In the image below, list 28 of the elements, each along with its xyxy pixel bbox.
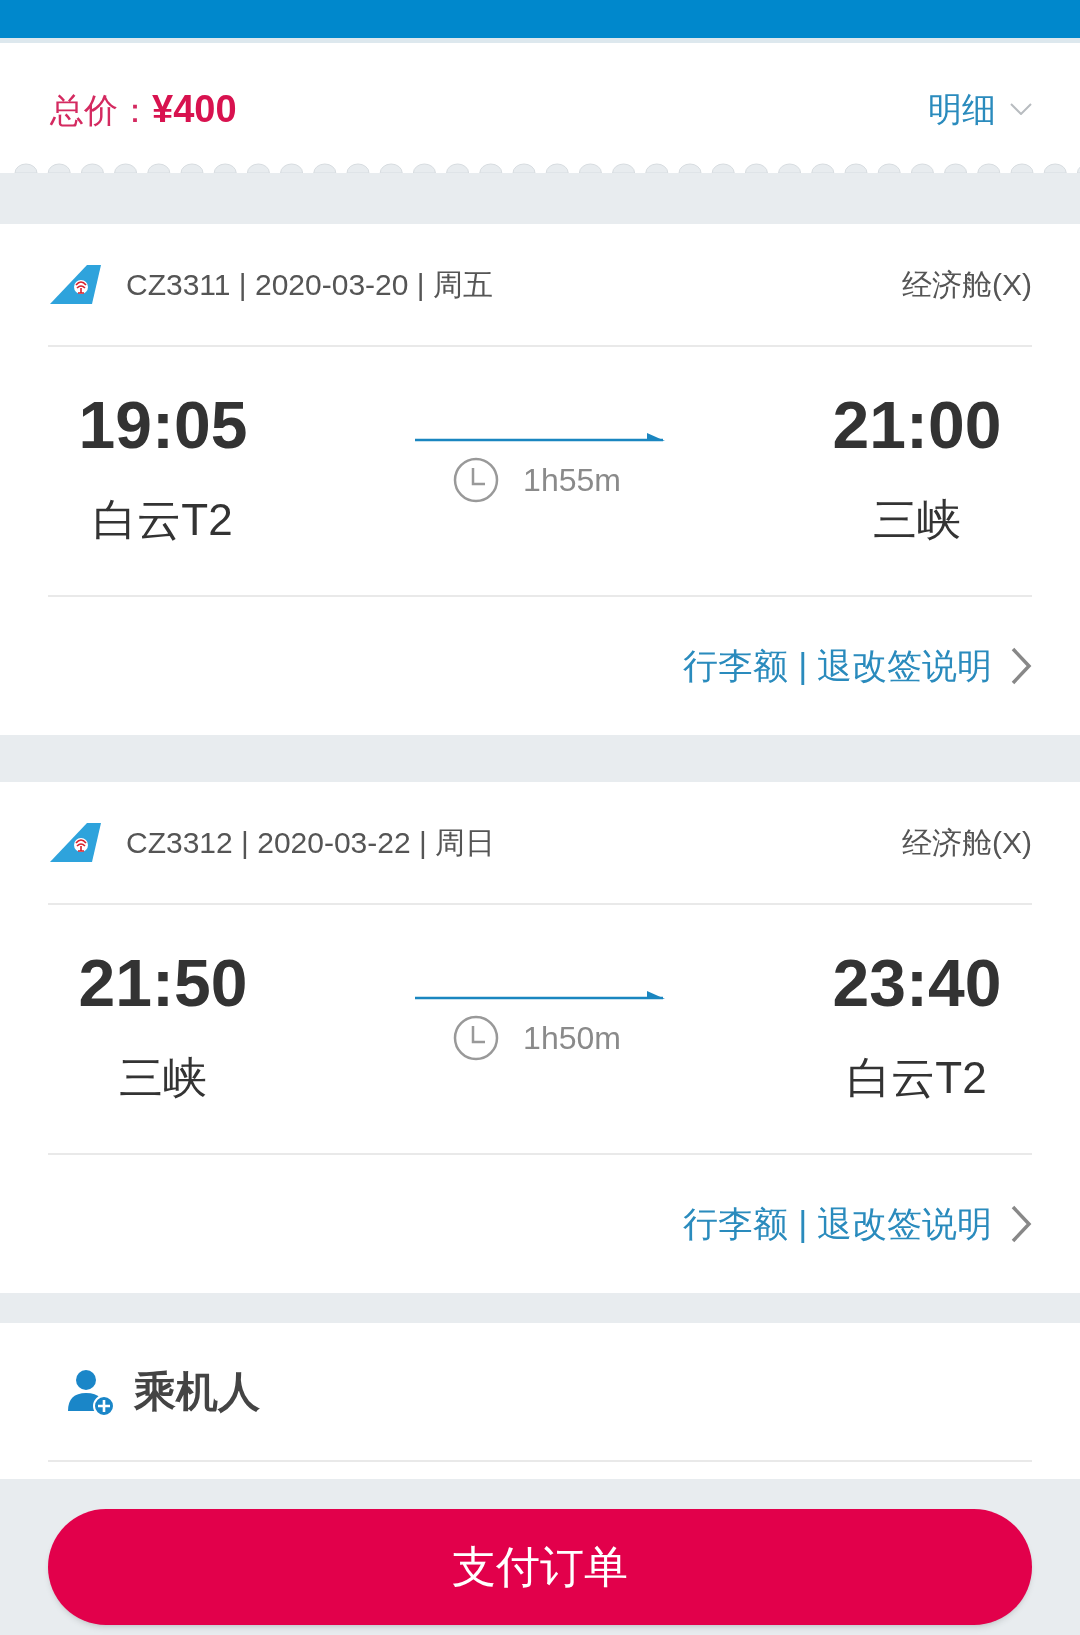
departure-airport: 三峡 [119, 1052, 207, 1104]
tail-fin-icon [50, 822, 102, 863]
flight-info: CZ3311 | 2020-03-20 | 周五 [126, 267, 493, 303]
arrival-airport: 白云T2 [847, 1052, 987, 1104]
baggage-and-refund-link[interactable]: 行李额 | 退改签说明 [683, 1197, 1032, 1251]
tail-fin-icon [50, 264, 102, 305]
arrival-airport: 三峡 [873, 494, 961, 546]
arrival-time: 23:40 [832, 945, 1002, 1021]
departure-airport: 白云T2 [93, 494, 233, 546]
clock-icon [453, 1015, 500, 1061]
pay-order-button[interactable]: 支付订单 [48, 1509, 1032, 1625]
flight-info: CZ3312 | 2020-03-22 | 周日 [126, 825, 496, 861]
detail-button[interactable]: 明细 [928, 83, 1032, 135]
cabin-class: 经济舱(X) [902, 267, 1032, 303]
flight-duration: 1h50m [523, 1019, 621, 1058]
total-price-label: 总价： [50, 89, 152, 131]
passenger-title: 乘机人 [134, 1367, 260, 1417]
chevron-down-icon [1010, 103, 1032, 115]
chevron-right-icon [1010, 1205, 1032, 1243]
total-price-amount: ¥400 [152, 86, 237, 132]
clock-icon [453, 457, 500, 503]
departure-time: 21:50 [78, 945, 248, 1021]
cabin-class: 经济舱(X) [902, 825, 1032, 861]
departure-time: 19:05 [78, 387, 248, 463]
baggage-and-refund-link[interactable]: 行李额 | 退改签说明 [683, 639, 1032, 693]
arrival-time: 21:00 [832, 387, 1002, 463]
flight-duration: 1h55m [523, 461, 621, 500]
chevron-right-icon [1010, 647, 1032, 685]
